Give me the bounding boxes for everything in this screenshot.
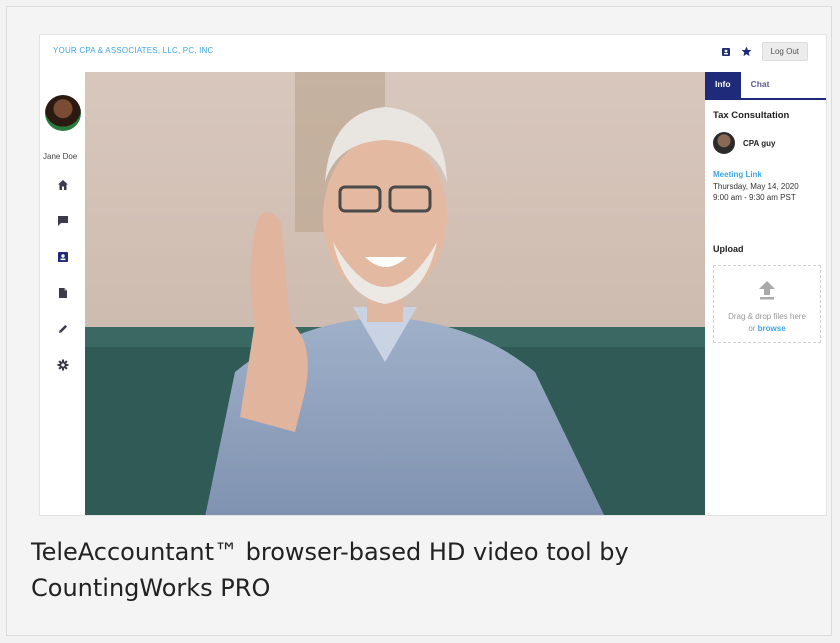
tab-info[interactable]: Info <box>705 72 741 98</box>
file-dropzone[interactable]: Drag & drop files here or browse <box>713 265 821 343</box>
upload-icon <box>758 280 776 305</box>
star-icon[interactable] <box>741 46 752 57</box>
figure-caption: TeleAccountant™ browser-based HD video t… <box>31 538 629 602</box>
app-screenshot: YOUR CPA & ASSOCIATES, LLC, PC, INC Log … <box>39 34 827 516</box>
upload-title: Upload <box>713 244 744 254</box>
meeting-link[interactable]: Meeting Link <box>713 170 762 179</box>
gear-icon[interactable] <box>56 358 70 372</box>
logout-button[interactable]: Log Out <box>761 42 808 61</box>
browse-link[interactable]: browse <box>758 324 786 333</box>
info-panel: Info Chat Tax Consultation CPA guy Meeti… <box>705 72 826 515</box>
video-image <box>85 72 705 515</box>
video-feed <box>85 72 705 515</box>
brand-name: YOUR CPA & ASSOCIATES, LLC, PC, INC <box>53 46 214 55</box>
panel-tabs: Info Chat <box>705 72 826 100</box>
participant-avatar <box>713 132 735 154</box>
top-bar: YOUR CPA & ASSOCIATES, LLC, PC, INC Log … <box>40 35 826 72</box>
avatar[interactable] <box>45 95 81 131</box>
dropzone-text: Drag & drop files here <box>728 312 806 321</box>
dropzone-or: or <box>748 324 756 333</box>
meeting-time: 9:00 am - 9:30 am PST <box>713 193 796 202</box>
participant-row: CPA guy <box>713 132 775 154</box>
sidebar: Jane Doe <box>40 72 85 515</box>
tab-chat[interactable]: Chat <box>741 72 780 98</box>
figure-card: YOUR CPA & ASSOCIATES, LLC, PC, INC Log … <box>6 6 832 636</box>
dropzone-browse-line: or browse <box>714 324 820 333</box>
home-icon[interactable] <box>56 178 70 192</box>
pencil-icon[interactable] <box>56 322 70 336</box>
meeting-date: Thursday, May 14, 2020 <box>713 182 799 191</box>
top-actions: Log Out <box>721 42 808 61</box>
contact-card-icon[interactable] <box>721 47 731 57</box>
contact-card-icon[interactable] <box>56 250 70 264</box>
chat-icon[interactable] <box>56 214 70 228</box>
user-name: Jane Doe <box>43 152 78 161</box>
participant-name: CPA guy <box>743 138 776 148</box>
meeting-title: Tax Consultation <box>713 110 790 121</box>
document-icon[interactable] <box>56 286 70 300</box>
